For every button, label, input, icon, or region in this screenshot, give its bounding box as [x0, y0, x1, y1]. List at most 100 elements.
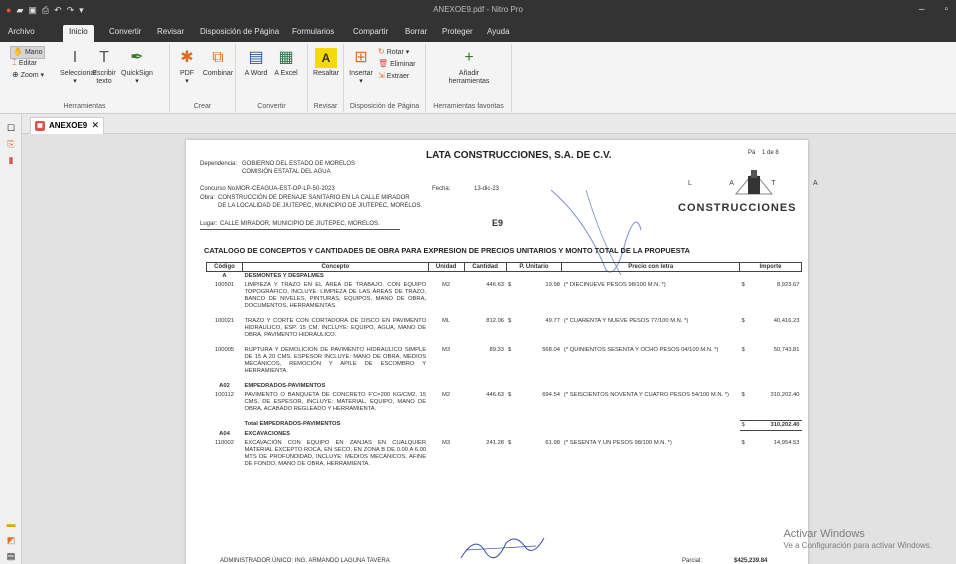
- document-viewer[interactable]: LATA CONSTRUCCIONES, S.A. DE C.V. Pá 1 d…: [22, 134, 956, 564]
- watermark-subtitle: Ve a Configuración para activar Windows.: [783, 541, 932, 550]
- tab-convertir[interactable]: Convertir: [103, 26, 147, 42]
- extraer-button[interactable]: ⇲ Extraer: [378, 71, 409, 82]
- row-unit-price-value: 19.98: [545, 282, 560, 288]
- group-label: Herramientas favoritas: [433, 103, 504, 110]
- tab-proteger[interactable]: Proteger: [436, 26, 479, 42]
- row-unit: [428, 382, 464, 391]
- row-amount: $310,202.40: [739, 419, 802, 431]
- row-concept: Total EMPEDRADOS-PAVIMENTOS: [244, 421, 341, 427]
- doc-tab-label: ANEXOE9: [49, 121, 88, 130]
- delete-icon: 🗑: [378, 59, 389, 68]
- tab-archivo[interactable]: Archivo: [2, 26, 41, 42]
- row-amount: $40,416.23: [740, 317, 802, 340]
- group-herramientas: ✋ Mano ⌶ Editar ⊕ Zoom ▾ I Seleccionar ▾ T Esc…: [0, 44, 170, 112]
- group-label: Convertir: [257, 103, 286, 110]
- lugar-value: CALLE MIRADOR, MUNICIPIO DE JIUTEPEC, MO…: [220, 221, 380, 227]
- row-unit-price: [506, 382, 562, 391]
- row-concept: EMPEDRADOS-PAVIMENTOS: [244, 383, 326, 389]
- row-code: 110002: [215, 440, 234, 446]
- row-amount: $50,743.81: [740, 346, 802, 376]
- doc-tab-anexoe9[interactable]: ▣ ANEXOE9 ✕: [30, 117, 104, 134]
- row-unit: M2: [442, 392, 451, 398]
- col-concepto: Concepto: [241, 262, 429, 272]
- seleccionar-button[interactable]: I Seleccionar ▾: [60, 48, 97, 86]
- anadir-herramientas-button[interactable]: + Añadir herramientas: [444, 48, 494, 86]
- windows-activation-watermark: Activar Windows Ve a Configuración para …: [783, 528, 932, 550]
- row-amount: $14,954.53: [740, 439, 802, 469]
- document-tabs: ▣ ANEXOE9 ✕: [22, 114, 956, 134]
- escribir-texto-button[interactable]: T Escribir texto: [88, 48, 120, 86]
- comments-icon[interactable]: ▬: [5, 518, 17, 530]
- tab-formularios[interactable]: Formularios: [286, 26, 340, 42]
- combine-icon: ⧉: [212, 49, 224, 66]
- lugar-underline: [200, 229, 400, 230]
- maximize-button[interactable]: ▫: [944, 4, 948, 15]
- zoom-icon: ⊕: [12, 70, 19, 79]
- bookmarks-icon[interactable]: ⎘: [5, 138, 17, 150]
- catalog-title: CATALOGO DE CONCEPTOS Y CANTIDADES DE OB…: [204, 246, 690, 255]
- row-concept: LIMPIEZA Y TRAZO EN EL ÁREA DE TRABAJO. …: [244, 282, 427, 309]
- minimize-button[interactable]: –: [919, 4, 925, 15]
- obra-line-1: CONSTRUCCIÓN DE DRENAJE SANITARIO EN LA …: [218, 195, 410, 201]
- pdf-file-icon: ▣: [35, 121, 45, 131]
- table-row: A04 EXCAVACIONES: [207, 430, 802, 439]
- text-cursor-icon: I: [72, 49, 78, 66]
- row-unit: [428, 420, 464, 430]
- attachments-icon[interactable]: ▮: [5, 154, 17, 166]
- close-tab-icon[interactable]: ✕: [91, 118, 99, 133]
- admin-name: ADMINISTRADOR ÚNICO: ING. ARMANDO LAGUNA…: [220, 558, 390, 564]
- page-count: 1 de 8: [762, 150, 779, 156]
- row-unit-price-value: 61.98: [545, 440, 560, 446]
- row-unit: [428, 272, 464, 282]
- row-quantity: 812.06: [486, 318, 505, 324]
- hand-icon: ✋: [13, 47, 23, 56]
- page-label: Pá: [748, 150, 756, 156]
- row-amount-value: 310,202.40: [770, 421, 800, 428]
- row-currency: $: [741, 318, 745, 324]
- row-quantity: 446.63: [486, 392, 505, 398]
- row-amount-value: 14,954.53: [773, 440, 800, 446]
- pdf-button[interactable]: ✱ PDF ▾: [174, 48, 200, 86]
- row-unit-price-value: 694.54: [542, 392, 560, 398]
- rotar-button[interactable]: ↻ Rotar ▾: [378, 47, 409, 58]
- a-word-button[interactable]: ▤ A Word: [242, 48, 270, 78]
- tab-ayuda[interactable]: Ayuda: [481, 26, 516, 42]
- pages-panel-icon[interactable]: ☐: [5, 122, 17, 134]
- a-excel-button[interactable]: ▦ A Excel: [272, 48, 300, 78]
- row-unit-price: [506, 272, 562, 282]
- dependencia-value: GOBIERNO DEL ESTADO DE MORELOS: [242, 161, 356, 167]
- row-code: A: [222, 273, 227, 279]
- col-cantidad: Cantidad: [463, 262, 507, 272]
- group-revisar: A Resaltar Revisar: [308, 44, 344, 112]
- new-pdf-icon: ✱: [180, 49, 194, 66]
- editar-button[interactable]: ⌶ Editar: [12, 58, 37, 69]
- group-convertir: ▤ A Word ▦ A Excel Convertir: [236, 44, 308, 112]
- row-amount-value: 310,202.40: [770, 392, 800, 398]
- tab-borrar[interactable]: Borrar: [399, 26, 433, 42]
- tab-compartir[interactable]: Compartir: [347, 26, 394, 42]
- output-icon[interactable]: ◩: [5, 534, 17, 546]
- table-row: 100005 RUPTURA Y DEMOLICION DE PAVIMENTO …: [207, 346, 802, 376]
- resaltar-button[interactable]: A Resaltar: [310, 48, 342, 78]
- group-label: Revisar: [313, 103, 338, 110]
- layers-icon[interactable]: ▤: [5, 550, 17, 562]
- row-code: 100501: [214, 282, 235, 288]
- row-currency: $: [508, 318, 512, 324]
- zoom-button[interactable]: ⊕ Zoom ▾: [12, 70, 44, 81]
- tab-disposicion[interactable]: Disposición de Página: [194, 26, 285, 42]
- combinar-button[interactable]: ⧉ Combinar: [202, 48, 234, 78]
- tab-inicio[interactable]: Inicio: [63, 25, 94, 42]
- table-row: 110002 EXCAVACIÓN CON EQUIPO EN ZANJAS EN…: [207, 439, 802, 469]
- title-bar: ● ▰ ▣ ⎙ ↶ ↷ ▾ ANEXOE9.pdf - Nitro Pro – …: [0, 0, 956, 22]
- eliminar-button[interactable]: 🗑 Eliminar: [378, 59, 415, 70]
- obra-label: Obra:: [200, 195, 216, 201]
- insertar-button[interactable]: ⊞ Insertar ▾: [346, 48, 376, 86]
- row-unit: M3: [442, 440, 451, 446]
- quicksign-button[interactable]: ✒ QuickSign ▾: [120, 48, 154, 86]
- row-unit-price: [506, 420, 562, 430]
- row-code: 100112: [215, 392, 234, 398]
- tab-revisar[interactable]: Revisar: [151, 26, 190, 42]
- row-amount: [740, 430, 802, 439]
- group-label: Disposición de Página: [349, 103, 420, 110]
- type-text-icon: T: [99, 49, 109, 66]
